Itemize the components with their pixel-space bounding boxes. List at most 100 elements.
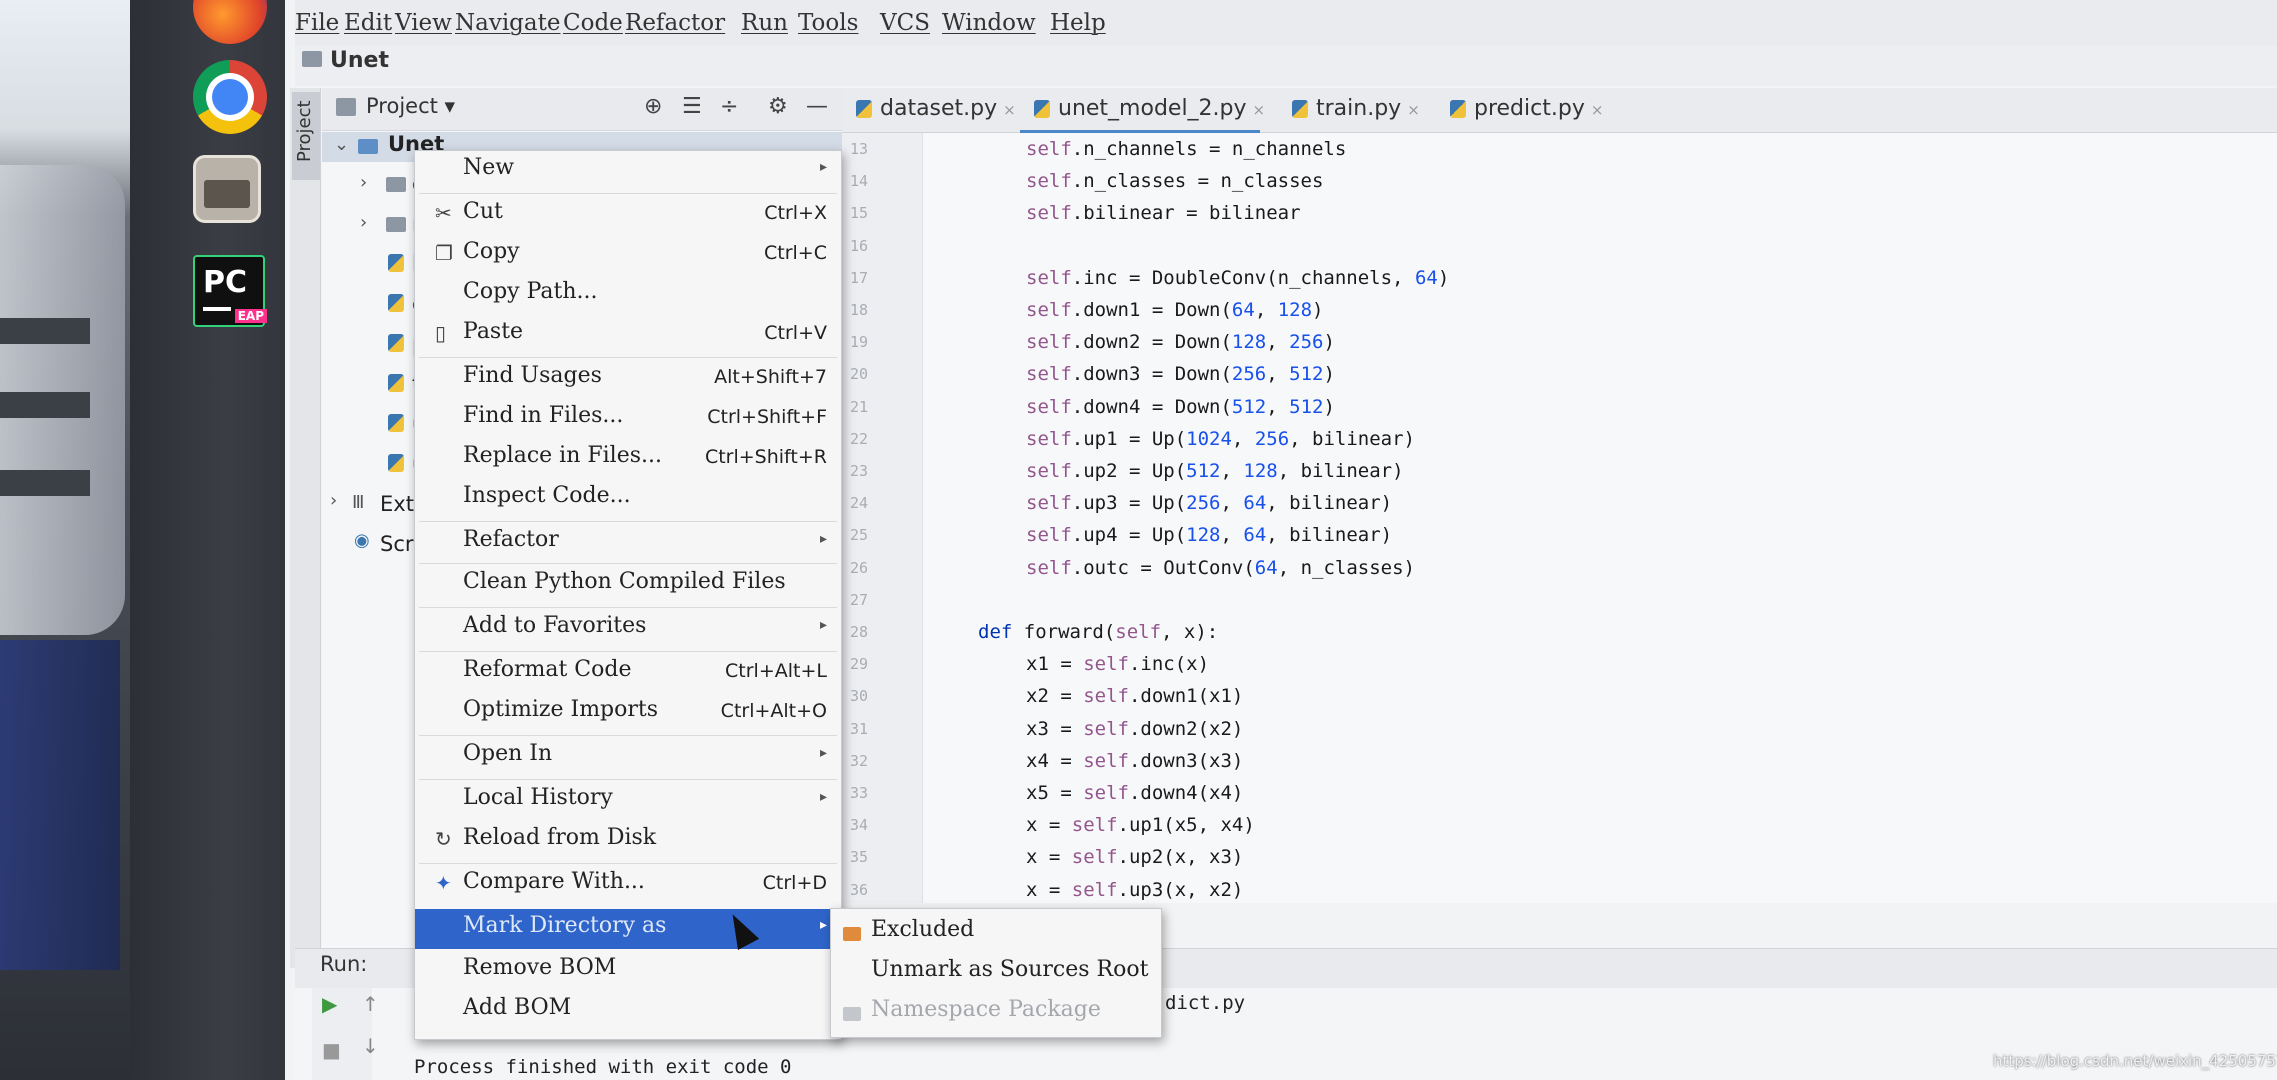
- chevron-right-icon[interactable]: ›: [330, 490, 337, 511]
- python-file-icon: [1450, 100, 1466, 118]
- menu-item-cut[interactable]: ✂ Cut Ctrl+X: [415, 195, 841, 233]
- line-number: 19: [849, 333, 868, 352]
- up-arrow-icon[interactable]: ↑: [362, 992, 379, 1016]
- menu-item-local-history[interactable]: Local History ▸: [415, 781, 841, 819]
- compare-icon: ✦: [435, 871, 452, 895]
- files-icon[interactable]: [193, 155, 261, 223]
- menu-file[interactable]: File: [295, 10, 339, 36]
- tool-window-stripe: [290, 88, 321, 968]
- folder-icon: [386, 217, 406, 232]
- menu-tools[interactable]: Tools: [798, 10, 858, 36]
- submenu-arrow-icon: ▸: [819, 789, 827, 805]
- menu-item-refactor[interactable]: Refactor ▸: [415, 523, 841, 561]
- tab-predict[interactable]: predict.py ×: [1474, 96, 1603, 121]
- rerun-icon[interactable]: ▶: [322, 992, 337, 1016]
- menu-item-open-in[interactable]: Open In ▸: [415, 737, 841, 775]
- line-number: 18: [849, 301, 868, 319]
- code-line: x3 = self.down2(x2): [1026, 717, 1244, 740]
- python-file-icon: [388, 374, 404, 392]
- menu-item-copy-path[interactable]: Copy Path...: [415, 275, 841, 313]
- scissors-icon: ✂: [435, 201, 452, 225]
- line-number: 13: [849, 140, 868, 158]
- menu-item-replace-in-files[interactable]: Replace in Files... Ctrl+Shift+R: [415, 439, 841, 477]
- navigation-bar: [295, 46, 2277, 86]
- folder-icon: [386, 177, 406, 192]
- project-panel-title[interactable]: Project ▾: [366, 94, 455, 118]
- menu-edit[interactable]: Edit: [344, 10, 392, 36]
- menu-item-find-in-files[interactable]: Find in Files... Ctrl+Shift+F: [415, 399, 841, 437]
- library-icon: Ⅲ: [352, 492, 365, 513]
- hide-icon[interactable]: —: [806, 94, 828, 119]
- line-number: 24: [849, 494, 868, 513]
- code-line: self.up3 = Up(256, 64, bilinear): [1026, 492, 1393, 515]
- line-number: 32: [849, 751, 868, 770]
- line-number: 28: [849, 623, 868, 641]
- python-file-icon: [856, 100, 872, 118]
- context-menu: New ▸ ✂ Cut Ctrl+X ❐ Copy Ctrl+C Copy Pa…: [414, 150, 842, 1040]
- submenu-item-unmark-sources-root[interactable]: Unmark as Sources Root: [831, 953, 1161, 991]
- line-number: 15: [849, 204, 868, 223]
- code-line: x2 = self.down1(x1): [1026, 685, 1244, 708]
- menu-code[interactable]: Code: [563, 10, 623, 36]
- tab-dataset[interactable]: dataset.py ×: [880, 96, 1016, 121]
- excluded-folder-icon: [843, 927, 861, 941]
- menu-item-mark-directory-as[interactable]: Mark Directory as ▸: [415, 909, 841, 949]
- menu-refactor[interactable]: Refactor: [625, 10, 725, 36]
- menu-view[interactable]: View: [395, 10, 452, 36]
- menu-window[interactable]: Window: [942, 10, 1036, 36]
- code-line: x4 = self.down3(x3): [1026, 749, 1244, 772]
- submenu-item-namespace-package: Namespace Package: [831, 993, 1161, 1031]
- menu-item-add-bom[interactable]: Add BOM: [415, 991, 841, 1029]
- paste-icon: ▯: [435, 321, 447, 345]
- menu-item-add-to-favorites[interactable]: Add to Favorites ▸: [415, 609, 841, 647]
- source-folder-icon: [358, 139, 378, 154]
- down-arrow-icon[interactable]: ↓: [362, 1034, 379, 1058]
- menu-item-compare-with[interactable]: ✦ Compare With... Ctrl+D: [415, 865, 841, 903]
- tab-train[interactable]: train.py ×: [1316, 96, 1420, 121]
- menu-vcs[interactable]: VCS: [880, 10, 930, 36]
- gear-icon[interactable]: ⚙: [768, 94, 788, 119]
- code-line: self.bilinear = bilinear: [1026, 202, 1301, 225]
- expand-all-icon[interactable]: ☰: [682, 94, 702, 119]
- menu-item-copy[interactable]: ❐ Copy Ctrl+C: [415, 235, 841, 273]
- mark-directory-submenu: Excluded Unmark as Sources Root Namespac…: [830, 908, 1162, 1038]
- code-line: x = self.up3(x, x2): [1026, 878, 1244, 901]
- line-number: 20: [849, 365, 868, 384]
- chevron-down-icon[interactable]: ⌄: [334, 134, 349, 155]
- pycharm-icon[interactable]: PC EAP: [193, 255, 267, 327]
- line-number: 27: [849, 590, 868, 609]
- menu-item-optimize-imports[interactable]: Optimize Imports Ctrl+Alt+O: [415, 693, 841, 731]
- line-number: 21: [849, 397, 868, 416]
- menu-item-inspect-code[interactable]: Inspect Code...: [415, 479, 841, 517]
- menu-item-reformat-code[interactable]: Reformat Code Ctrl+Alt+L: [415, 653, 841, 691]
- menu-item-reload-from-disk[interactable]: ↻ Reload from Disk: [415, 821, 841, 859]
- chevron-right-icon[interactable]: ›: [360, 212, 367, 233]
- line-number: 16: [849, 236, 868, 255]
- submenu-arrow-icon: ▸: [819, 745, 827, 761]
- project-view-icon: [336, 98, 356, 116]
- menu-help[interactable]: Help: [1050, 10, 1106, 36]
- line-number: 29: [849, 655, 868, 674]
- code-line: def forward(self, x):: [978, 621, 1219, 643]
- code-line: self.inc = DoubleConv(n_channels, 64): [1026, 266, 1450, 289]
- menu-run[interactable]: Run: [741, 10, 788, 36]
- chrome-icon[interactable]: [193, 60, 267, 134]
- chevron-right-icon[interactable]: ›: [360, 172, 367, 193]
- menu-item-find-usages[interactable]: Find Usages Alt+Shift+7: [415, 359, 841, 397]
- project-tool-tab-label: Project: [294, 100, 315, 162]
- menu-item-remove-bom[interactable]: Remove BOM: [415, 951, 841, 989]
- collapse-all-icon[interactable]: ÷: [720, 94, 738, 119]
- menu-navigate[interactable]: Navigate: [455, 10, 560, 36]
- breadcrumb[interactable]: Unet: [330, 48, 389, 73]
- code-line: x5 = self.down4(x4): [1026, 782, 1244, 804]
- menu-item-paste[interactable]: ▯ Paste Ctrl+V: [415, 315, 841, 353]
- tab-unet-model-2[interactable]: unet_model_2.py ×: [1058, 96, 1265, 121]
- run-panel-label: Run:: [320, 952, 368, 976]
- menu-item-new[interactable]: New ▸: [415, 151, 841, 189]
- menu-item-clean-compiled[interactable]: Clean Python Compiled Files: [415, 565, 841, 603]
- stop-icon[interactable]: ■: [322, 1038, 341, 1062]
- locate-icon[interactable]: ⊕: [644, 94, 662, 119]
- project-tool-tab[interactable]: Project: [292, 92, 320, 180]
- run-output-text: Process finished with exit code 0: [414, 1056, 792, 1078]
- submenu-item-excluded[interactable]: Excluded: [831, 913, 1161, 951]
